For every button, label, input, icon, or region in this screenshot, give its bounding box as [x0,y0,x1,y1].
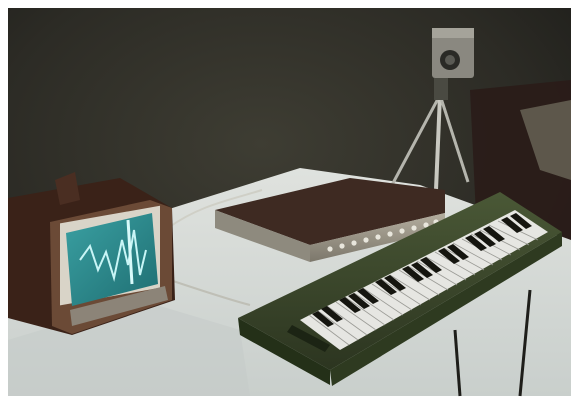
photo [0,0,579,404]
studio-photo [0,0,579,404]
camera [432,28,474,78]
